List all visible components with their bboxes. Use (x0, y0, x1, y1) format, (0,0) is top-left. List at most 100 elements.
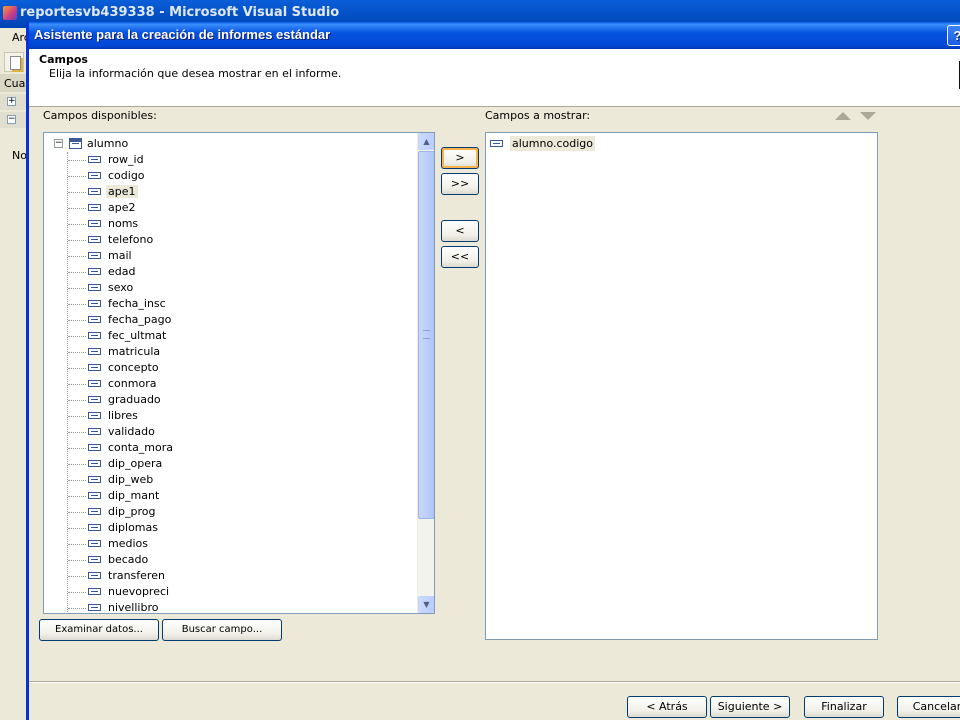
field-icon (88, 508, 101, 515)
field-icon (88, 460, 101, 467)
field-icon (88, 316, 101, 323)
field-icon (88, 268, 101, 275)
field-name[interactable]: dip_web (106, 473, 155, 486)
field-name[interactable]: libres (106, 409, 140, 422)
add-field-button[interactable]: > (441, 147, 479, 169)
tree-guide-line (68, 320, 86, 321)
field-name[interactable]: sexo (106, 281, 135, 294)
field-icon (88, 188, 101, 195)
cancel-button[interactable]: Cancelar (897, 696, 960, 718)
tree-guide-line (68, 336, 86, 337)
field-name[interactable]: concepto (106, 361, 161, 374)
field-name[interactable]: conta_mora (106, 441, 175, 454)
field-icon (88, 524, 101, 531)
field-name[interactable]: nuevopreci (106, 585, 171, 598)
dialog-title: Asistente para la creación de informes e… (34, 27, 331, 42)
find-field-button[interactable]: Buscar campo... (162, 619, 282, 641)
finish-button[interactable]: Finalizar (804, 696, 884, 718)
field-icon (88, 156, 101, 163)
field-icon (88, 236, 101, 243)
available-fields-tree[interactable]: − alumno row_idcodigo ape1 ape2 noms telefon… (43, 132, 435, 614)
tree-guide-line (68, 208, 86, 209)
display-fields-list[interactable]: alumno.codigo (485, 132, 878, 640)
help-button[interactable]: ? (947, 25, 960, 46)
move-up-icon[interactable] (835, 112, 851, 120)
field-icon (88, 492, 101, 499)
tree-guide-line (68, 192, 86, 193)
field-name[interactable]: transferen (106, 569, 167, 582)
expand-plus-icon[interactable]: + (7, 97, 16, 106)
field-name[interactable]: row_id (106, 153, 146, 166)
display-field-name[interactable]: alumno.codigo (510, 136, 596, 151)
field-icon (88, 172, 101, 179)
field-name[interactable]: ape2 (106, 201, 138, 214)
tree-guide-line (68, 496, 86, 497)
tree-guide-line (68, 480, 86, 481)
field-name[interactable]: validado (106, 425, 157, 438)
field-name[interactable]: telefono (106, 233, 155, 246)
field-name[interactable]: dip_mant (106, 489, 161, 502)
field-name[interactable]: noms (106, 217, 140, 230)
vs-side-fragment: No (12, 149, 27, 162)
field-name[interactable]: medios (106, 537, 150, 550)
field-name[interactable]: mail (106, 249, 134, 262)
field-name[interactable]: dip_opera (106, 457, 164, 470)
field-name[interactable]: fecha_insc (106, 297, 168, 310)
field-name[interactable]: matricula (106, 345, 162, 358)
field-name[interactable]: nivellibro (106, 601, 160, 613)
field-name[interactable]: ape1 (106, 185, 138, 198)
field-name[interactable]: fec_ultmat (106, 329, 168, 342)
field-name[interactable]: graduado (106, 393, 163, 406)
field-icon (88, 476, 101, 483)
field-name[interactable]: dip_prog (106, 505, 158, 518)
field-name[interactable]: codigo (106, 169, 147, 182)
field-icon (88, 220, 101, 227)
field-icon (88, 348, 101, 355)
tree-guide-line (68, 368, 86, 369)
field-icon (88, 588, 101, 595)
tree-guide-line (68, 544, 86, 545)
field-name[interactable]: fecha_pago (106, 313, 173, 326)
step-title: Campos (39, 53, 88, 66)
collapse-minus-icon[interactable]: − (54, 139, 63, 148)
tree-guide-line (68, 240, 86, 241)
back-button[interactable]: < Atrás (627, 696, 707, 718)
field-name[interactable]: diplomas (106, 521, 160, 534)
field-icon (88, 380, 101, 387)
field-icon (88, 604, 101, 611)
field-order-arrows (835, 111, 880, 121)
field-icon (88, 556, 101, 563)
tree-vertical-scrollbar[interactable]: ▲ ▼ (417, 133, 434, 613)
tree-guide-line (68, 256, 86, 257)
next-button[interactable]: Siguiente > (710, 696, 790, 718)
visual-studio-icon (3, 6, 17, 20)
field-icon (88, 252, 101, 259)
field-name[interactable]: edad (106, 265, 137, 278)
add-all-fields-button[interactable]: >> (441, 173, 479, 195)
field-icon (88, 364, 101, 371)
tree-guide-line (68, 576, 86, 577)
tree-guide-line (68, 528, 86, 529)
scroll-up-button[interactable]: ▲ (418, 133, 434, 150)
new-document-icon[interactable] (4, 52, 24, 72)
display-fields-label: Campos a mostrar: (485, 109, 591, 122)
wizard-header: Campos Elija la información que desea mo… (29, 49, 960, 107)
scroll-down-button[interactable]: ▼ (418, 596, 434, 613)
table-name[interactable]: alumno (87, 137, 128, 150)
available-fields-label: Campos disponibles: (43, 109, 157, 122)
remove-field-button[interactable]: < (441, 220, 479, 242)
tree-guide-line (68, 224, 86, 225)
report-wizard-dialog: Asistente para la creación de informes e… (26, 22, 960, 720)
table-icon (69, 138, 82, 149)
tree-guide-line (68, 176, 86, 177)
tree-guide-line (68, 464, 86, 465)
tree-guide-line (68, 160, 86, 161)
remove-all-fields-button[interactable]: << (441, 246, 479, 268)
browse-data-button[interactable]: Examinar datos... (39, 619, 159, 641)
collapse-minus-icon[interactable]: − (7, 115, 16, 124)
field-name[interactable]: conmora (106, 377, 158, 390)
move-down-icon[interactable] (860, 112, 876, 120)
field-icon (88, 284, 101, 291)
field-name[interactable]: becado (106, 553, 150, 566)
scrollbar-thumb[interactable] (418, 151, 434, 519)
